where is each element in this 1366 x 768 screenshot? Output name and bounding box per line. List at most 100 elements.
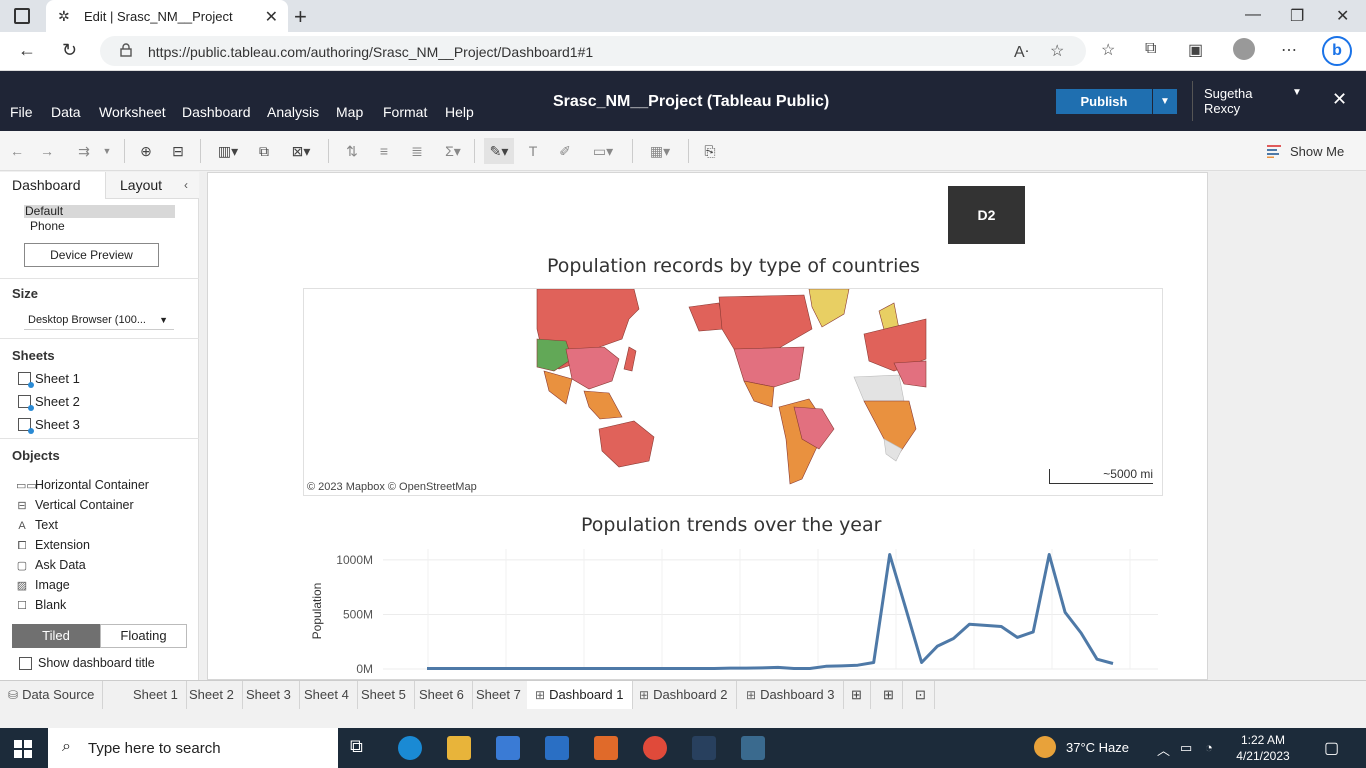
task-view-icon[interactable]: ⧉	[350, 736, 374, 760]
device-preview-button[interactable]: Device Preview	[24, 243, 159, 267]
profile-avatar[interactable]	[1233, 38, 1255, 60]
swap-icon[interactable]: ⇅	[343, 142, 361, 160]
favorites-icon[interactable]: ☆	[1101, 40, 1115, 60]
close-window-icon[interactable]: ✕	[1336, 6, 1349, 26]
replay-icon[interactable]: ⇉	[70, 142, 98, 160]
menu-help[interactable]: Help	[445, 104, 474, 120]
map-attribution[interactable]: © 2023 Mapbox © OpenStreetMap	[307, 481, 477, 493]
publish-button[interactable]: Publish	[1056, 89, 1152, 114]
menu-analysis[interactable]: Analysis	[267, 104, 319, 120]
redo-icon[interactable]: →	[38, 142, 56, 160]
menu-format[interactable]: Format	[383, 104, 427, 120]
weather-text[interactable]: 37°C Haze	[1066, 740, 1129, 755]
object-blank[interactable]: ☐ Blank	[16, 598, 66, 614]
tab-sheet-7[interactable]: Sheet 7	[468, 681, 530, 709]
menu-file[interactable]: File	[10, 104, 33, 120]
population-line[interactable]	[427, 553, 1114, 670]
chrome-icon[interactable]	[643, 736, 667, 760]
weather-icon[interactable]	[1034, 736, 1056, 758]
labels-icon[interactable]: T	[524, 142, 542, 160]
new-dashboard-tab-icon[interactable]: ⊞	[875, 681, 903, 709]
duplicate-sheet-icon[interactable]: ⧉	[255, 142, 273, 160]
object-ask-data[interactable]: ▢ Ask Data	[16, 558, 86, 574]
file-explorer-icon[interactable]	[447, 736, 471, 760]
object-horizontal-container[interactable]: ▭▭Horizontal Container	[16, 478, 149, 494]
show-cards-icon[interactable]: ▦▾	[645, 142, 675, 160]
sheet-item-2[interactable]: Sheet 2	[18, 394, 80, 411]
edge-icon[interactable]	[398, 736, 422, 760]
wifi-icon[interactable]: ◔	[1205, 740, 1213, 755]
tab-sheet-5[interactable]: Sheet 5	[353, 681, 415, 709]
menu-data[interactable]: Data	[51, 104, 81, 120]
mail-icon[interactable]	[545, 736, 569, 760]
line-chart[interactable]: Population 1000M 500M 0M	[303, 539, 1163, 679]
media-player-icon[interactable]	[594, 736, 618, 760]
tab-dashboard-1[interactable]: ⊞ Dashboard 1	[527, 681, 633, 709]
totals-icon[interactable]: Σ▾	[440, 142, 466, 160]
menu-dashboard[interactable]: Dashboard	[182, 104, 251, 120]
device-phone[interactable]: Phone	[30, 219, 65, 233]
menu-map[interactable]: Map	[336, 104, 363, 120]
d2-button[interactable]: D2	[948, 186, 1025, 244]
tab-dashboard-3[interactable]: ⊞ Dashboard 3	[738, 681, 844, 709]
object-text[interactable]: A Text	[16, 518, 58, 534]
vscode-icon[interactable]	[692, 736, 716, 760]
url-field[interactable]: https://public.tableau.com/authoring/Sra…	[100, 36, 1086, 66]
menu-worksheet[interactable]: Worksheet	[99, 104, 166, 120]
publish-dropdown-icon[interactable]: ▼	[1153, 89, 1177, 114]
object-image[interactable]: ▨ Image	[16, 578, 70, 594]
add-favorite-icon[interactable]: ☆	[1050, 41, 1064, 61]
highlight-icon[interactable]: ✎▾	[484, 138, 514, 164]
system-clock[interactable]: 1:22 AM 4/21/2023	[1228, 732, 1298, 764]
sort-descending-icon[interactable]: ≣	[408, 142, 426, 160]
back-icon[interactable]: ←	[18, 40, 36, 61]
device-default[interactable]: Default	[24, 205, 175, 218]
tiled-toggle[interactable]: Tiled	[12, 624, 100, 648]
tab-sheet-1[interactable]: Sheet 1	[125, 681, 187, 709]
sheet-item-1[interactable]: Sheet 1	[18, 371, 80, 388]
format-workbook-icon[interactable]: ✐	[556, 142, 574, 160]
tab-dashboard[interactable]: Dashboard	[0, 172, 105, 199]
tab-sheet-6[interactable]: Sheet 6	[411, 681, 473, 709]
tableau-app-icon[interactable]	[741, 736, 765, 760]
read-aloud-icon[interactable]: Aᐧ	[1014, 42, 1029, 62]
user-menu-caret-icon[interactable]: ▼	[1292, 87, 1302, 98]
tray-overflow-icon[interactable]: ︿	[1157, 740, 1170, 759]
tab-data-source[interactable]: ⛁ Data Source	[0, 681, 104, 709]
refresh-icon[interactable]: ↻	[62, 40, 77, 61]
floating-toggle[interactable]: Floating	[100, 624, 187, 648]
tab-close-icon[interactable]: ✕	[265, 7, 278, 27]
size-select[interactable]: Desktop Browser (100... ▼	[24, 310, 174, 330]
collapse-panel-icon[interactable]: ‹	[184, 178, 188, 192]
collections-icon[interactable]: ⧉	[1145, 40, 1156, 58]
show-me-button[interactable]: Show Me	[1290, 144, 1344, 159]
restore-icon[interactable]: ❐	[1290, 6, 1304, 26]
new-worksheet-icon[interactable]: ▥▾	[215, 142, 241, 160]
new-data-source-icon[interactable]: ⊕	[137, 142, 155, 160]
fit-icon[interactable]: ▭▾	[588, 142, 618, 160]
windows-start-icon[interactable]	[14, 740, 32, 758]
tab-sheet-4[interactable]: Sheet 4	[296, 681, 358, 709]
tab-sheet-2[interactable]: Sheet 2	[181, 681, 243, 709]
store-icon[interactable]	[496, 736, 520, 760]
tab-dashboard-2[interactable]: ⊞ Dashboard 2	[631, 681, 737, 709]
replay-dropdown-icon[interactable]: ▼	[98, 142, 116, 160]
minimize-icon[interactable]: —	[1245, 6, 1261, 24]
user-name[interactable]: Sugetha Rexcy	[1204, 86, 1284, 116]
notifications-icon[interactable]: ▢	[1324, 738, 1339, 758]
browser-tab[interactable]: ✲ Edit | Srasc_NM__Project ✕	[46, 0, 288, 32]
clear-sheet-icon[interactable]: ⊠▾	[287, 142, 315, 160]
new-story-tab-icon[interactable]: ⊡	[907, 681, 935, 709]
more-options-icon[interactable]: ⋯	[1281, 40, 1297, 60]
object-vertical-container[interactable]: ⊟ Vertical Container	[16, 498, 133, 514]
taskbar-search[interactable]: ⌕ Type here to search	[48, 728, 338, 768]
tab-sheet-3[interactable]: Sheet 3	[238, 681, 300, 709]
presentation-icon[interactable]: ⎘	[701, 142, 719, 160]
show-me-icon[interactable]	[1267, 144, 1281, 158]
pause-updates-icon[interactable]: ⊟	[169, 142, 187, 160]
bing-chat-icon[interactable]: b	[1322, 36, 1352, 66]
sort-ascending-icon[interactable]: ≡	[375, 142, 393, 160]
show-title-checkbox[interactable]	[19, 657, 32, 670]
browser-essentials-icon[interactable]: ▣	[1188, 40, 1203, 60]
battery-icon[interactable]: ▭	[1180, 740, 1192, 756]
